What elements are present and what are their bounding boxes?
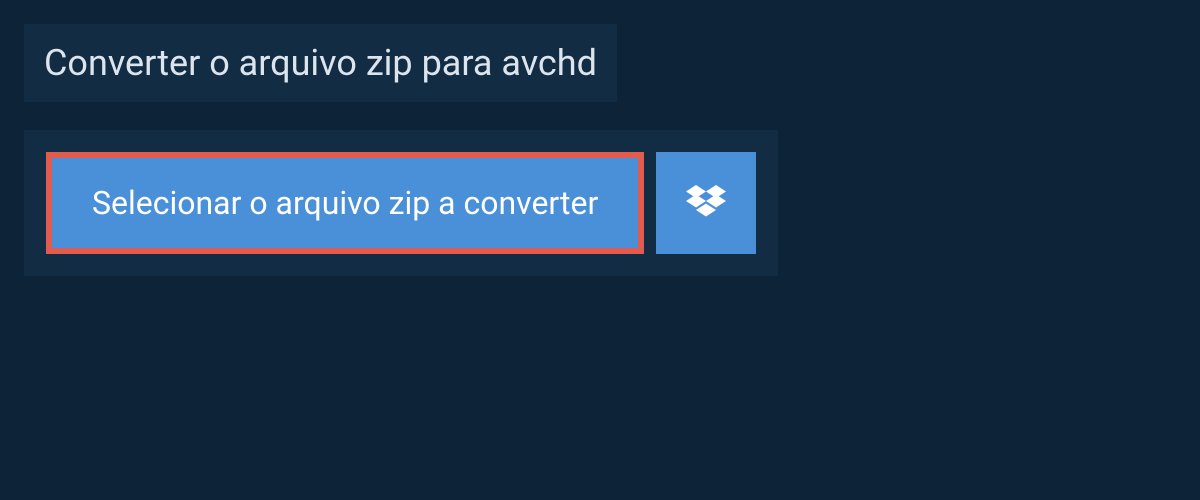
dropbox-icon — [686, 185, 726, 221]
action-row: Selecionar o arquivo zip a converter — [24, 130, 778, 276]
page-title: Converter o arquivo zip para avchd — [44, 42, 597, 84]
select-file-label: Selecionar o arquivo zip a converter — [92, 184, 598, 222]
title-box: Converter o arquivo zip para avchd — [24, 24, 617, 102]
select-file-button[interactable]: Selecionar o arquivo zip a converter — [46, 152, 644, 254]
converter-panel: Converter o arquivo zip para avchd Selec… — [0, 0, 1200, 300]
dropbox-button[interactable] — [656, 152, 756, 254]
